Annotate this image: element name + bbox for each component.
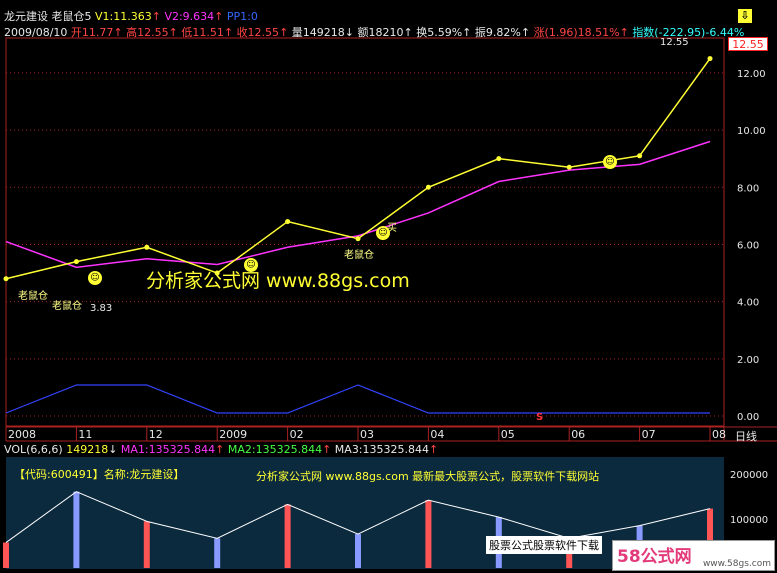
- x-tick-label: 04: [430, 428, 445, 441]
- x-tick-label: 11: [78, 428, 93, 441]
- price-point: [496, 156, 502, 162]
- x-tick-label: 07: [641, 428, 656, 441]
- volume-ma2: MA2:135325.844: [227, 443, 323, 456]
- sell-marker: S: [536, 412, 544, 423]
- y-tick-label: 4.00: [737, 298, 759, 309]
- smiley-icon: ☺: [376, 226, 390, 240]
- logo-text: 58公式网: [617, 547, 692, 567]
- y-tick-label: 8.00: [737, 183, 759, 194]
- price-point: [566, 164, 572, 170]
- volume-bar: [143, 521, 150, 568]
- x-tick-label: 03: [360, 428, 374, 441]
- volume-bar: [425, 500, 432, 568]
- signal-label: 老鼠仓: [18, 291, 48, 302]
- high-label: 12.55: [660, 37, 689, 48]
- volume-y-tick: 100000: [730, 515, 769, 526]
- x-tick-label: 12: [148, 428, 163, 441]
- smiley-icon: ☺: [603, 155, 617, 169]
- volume-current: 149218: [66, 443, 109, 456]
- volume-bar: [214, 538, 221, 568]
- x-tick-label: 06: [571, 428, 586, 441]
- volume-ma1: MA1:135325.844: [120, 443, 216, 456]
- signal-label: 老鼠仓: [344, 250, 374, 261]
- signal-label: 老鼠仓: [52, 301, 82, 312]
- period-label[interactable]: 日线: [735, 428, 757, 444]
- price-point: [3, 276, 9, 282]
- y-tick-label: 10.00: [737, 126, 766, 137]
- x-tick-label: 2008: [8, 428, 36, 441]
- smiley-icon: ☺: [88, 271, 102, 285]
- y-tick-label: 0.00: [737, 412, 759, 423]
- download-tag[interactable]: 股票公式股票软件下载: [486, 536, 602, 554]
- volume-bar: [3, 542, 9, 568]
- price-panel-frame: [5, 37, 725, 427]
- y-tick-label: 2.00: [737, 355, 759, 366]
- watermark-text: 分析家公式网 www.88gs.com: [146, 270, 410, 292]
- volume-bar: [73, 491, 80, 568]
- volume-ma3: MA3:135325.844: [334, 443, 430, 456]
- x-tick-label: 05: [500, 428, 515, 441]
- volume-y-tick: 200000: [730, 470, 769, 481]
- signal-line: [5, 384, 710, 414]
- chart-window: 龙元建设 老鼠仓5 V1:11.363↑ V2:9.634↑ PP1:0 200…: [0, 0, 777, 573]
- volume-bar: [284, 504, 291, 568]
- x-tick-label: 02: [289, 428, 304, 441]
- price-point: [144, 244, 150, 250]
- volume-header: VOL(6,6,6) 149218↓ MA1:135325.844↑ MA2:1…: [4, 443, 439, 456]
- price-point: [425, 184, 431, 190]
- volume-banner: 分析家公式网 www.88gs.com 最新最大股票公式，股票软件下载网站: [256, 470, 600, 483]
- stock-code-label: 【代码:600491】名称:龙元建设】: [14, 468, 185, 481]
- logo-url: www.58gs.com: [702, 559, 771, 569]
- price-point: [707, 56, 713, 62]
- price-point: [637, 153, 643, 159]
- y-tick-label: 6.00: [737, 240, 759, 251]
- x-tick-label: 08: [712, 428, 726, 441]
- price-tag: 12.55: [728, 37, 768, 51]
- volume-indicator-name: VOL(6,6,6): [4, 443, 63, 456]
- x-tick-label: 2009: [219, 428, 248, 441]
- site-logo: 58公式网 www.58gs.com: [612, 540, 775, 571]
- low-label: 3.83: [90, 303, 113, 314]
- y-tick-label: 12.00: [737, 69, 766, 80]
- price-point: [285, 219, 291, 225]
- volume-bar: [355, 534, 361, 568]
- price-point: [73, 259, 79, 265]
- price-point: [355, 236, 361, 242]
